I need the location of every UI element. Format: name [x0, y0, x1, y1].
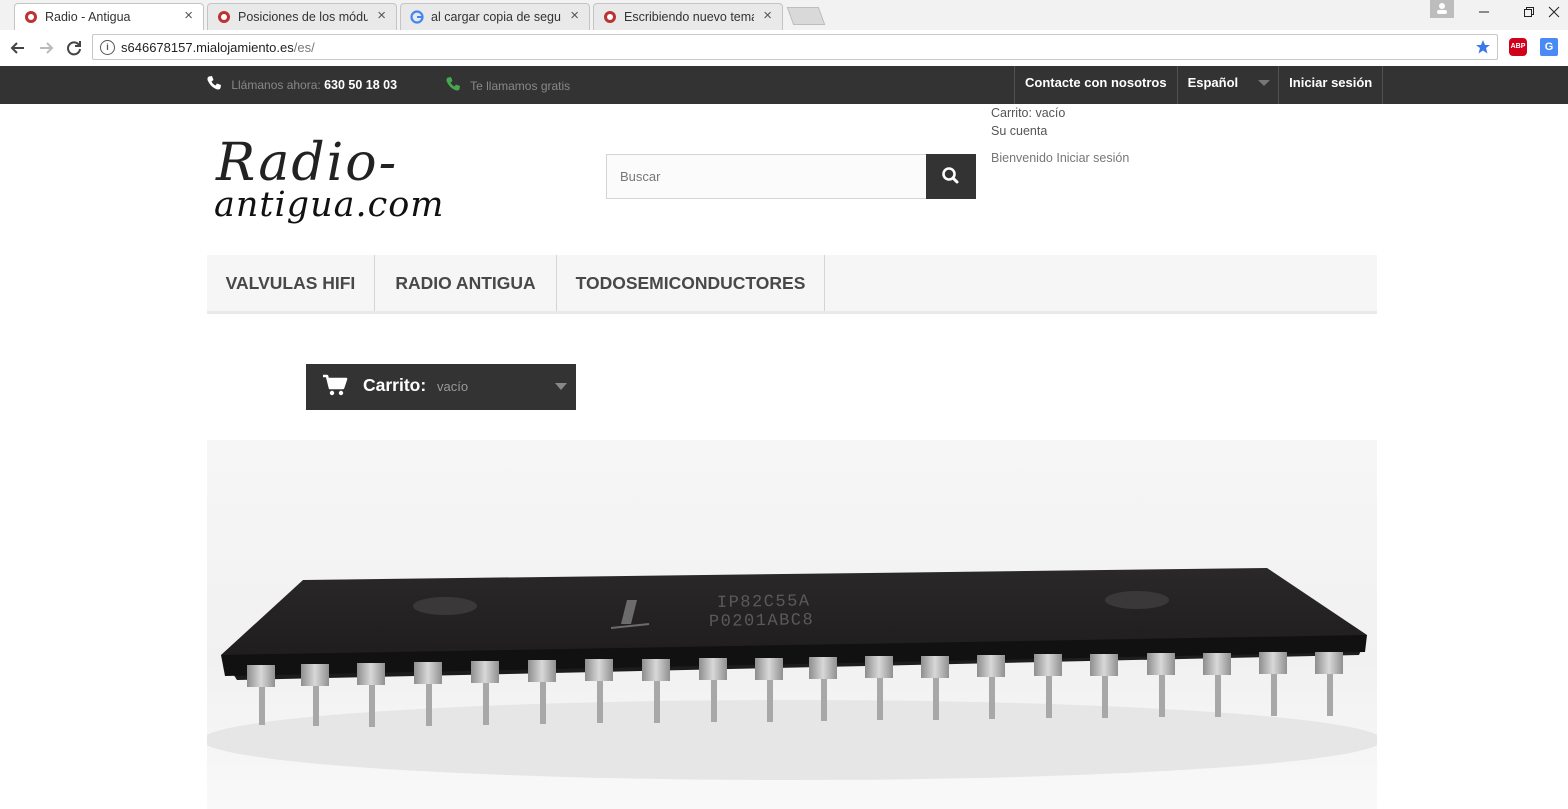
phone-icon — [207, 76, 221, 90]
call-label: Llámanos ahora: — [231, 78, 321, 92]
cart-label: Carrito: — [363, 375, 427, 395]
search-input[interactable] — [606, 154, 927, 199]
browser-tabbar: Radio - Antigua × Posiciones de los módu… — [0, 0, 1568, 30]
contact-link[interactable]: Contacte con nosotros — [1014, 66, 1177, 104]
chip-marking-line2: P0201ABC8 — [709, 611, 815, 632]
reload-icon[interactable] — [63, 37, 85, 59]
shopping-cart-icon — [323, 374, 348, 396]
main-menu: VALVULAS HIFI RADIO ANTIGUA TODOSEMICOND… — [207, 255, 1377, 314]
browser-toolbar: i s646678157.mialojamiento.es/es/ ABP G — [0, 30, 1568, 67]
logo-line2: antigua.com — [214, 185, 444, 225]
ic-chip-image: IP82C55A P0201ABC8 — [207, 568, 1377, 780]
adblock-icon[interactable]: ABP — [1509, 38, 1527, 56]
browser-tab-radio-antigua[interactable]: Radio - Antigua × — [14, 3, 204, 30]
free-call-link[interactable]: Te llamamos gratis — [445, 66, 570, 104]
account-link[interactable]: Su cuenta — [991, 122, 1129, 140]
tab-close-icon[interactable]: × — [570, 8, 579, 24]
radio-favicon-icon — [604, 11, 616, 23]
search-button[interactable] — [926, 154, 976, 199]
profile-icon[interactable] — [1430, 0, 1454, 18]
welcome-label: Bienvenido — [991, 151, 1053, 165]
language-selector[interactable]: Español — [1176, 66, 1279, 104]
minimize-icon[interactable] — [1478, 6, 1490, 18]
radio-favicon-icon — [218, 11, 230, 23]
phone-green-icon — [446, 77, 460, 91]
cart-dropdown[interactable]: Carrito: vacío — [306, 364, 576, 410]
menu-item-todosemiconductores[interactable]: TODOSEMICONDUCTORES — [557, 255, 825, 311]
url-host: s646678157.mialojamiento.es — [121, 40, 294, 55]
header-cart-text[interactable]: Carrito: vacío — [991, 104, 1129, 122]
phone-number[interactable]: 630 50 18 03 — [324, 78, 397, 92]
call-now: Llámanos ahora: 630 50 18 03 — [206, 66, 397, 104]
chevron-down-icon — [555, 383, 567, 390]
free-call-label: Te llamamos gratis — [470, 79, 571, 93]
tab-close-icon[interactable]: × — [377, 8, 386, 24]
google-favicon-icon — [410, 10, 424, 24]
translate-icon[interactable]: G — [1540, 38, 1558, 56]
radio-favicon-icon — [25, 11, 37, 23]
search-form — [606, 154, 976, 199]
address-url[interactable]: s646678157.mialojamiento.es/es/ — [121, 40, 315, 55]
menu-item-radio-antigua[interactable]: RADIO ANTIGUA — [375, 255, 557, 311]
menu-item-valvulas-hifi[interactable]: VALVULAS HIFI — [207, 255, 375, 311]
top-nav-right: Contacte con nosotros Español Iniciar se… — [1014, 66, 1384, 104]
close-window-icon[interactable] — [1548, 6, 1560, 18]
tab-close-icon[interactable]: × — [763, 8, 772, 24]
browser-tab-google-search[interactable]: al cargar copia de seguridad × — [400, 3, 590, 30]
tab-title: Radio - Antigua — [45, 10, 131, 24]
site-top-nav: Llámanos ahora: 630 50 18 03 Te llamamos… — [0, 66, 1568, 104]
welcome-login-link[interactable]: Iniciar sesión — [1056, 151, 1129, 165]
language-label: Español — [1187, 75, 1239, 90]
chevron-down-icon — [1258, 80, 1271, 86]
tab-close-icon[interactable]: × — [184, 8, 193, 24]
address-bar[interactable]: i s646678157.mialojamiento.es/es/ — [92, 34, 1498, 60]
tab-title: Posiciones de los módulos — [238, 10, 368, 24]
header-user-info: Carrito: vacío Su cuenta Bienvenido Inic… — [991, 104, 1129, 167]
login-link[interactable]: Iniciar sesión — [1278, 66, 1384, 104]
restore-icon[interactable] — [1523, 6, 1535, 18]
tab-title: al cargar copia de seguridad — [431, 10, 561, 24]
cart-value: vacío — [437, 379, 469, 394]
welcome-line: Bienvenido Iniciar sesión — [991, 149, 1129, 167]
url-path: /es/ — [293, 40, 315, 55]
back-icon[interactable] — [7, 37, 29, 59]
tab-title: Escribiendo nuevo tema — [624, 10, 754, 24]
logo-line1: Radio- — [215, 133, 398, 193]
forward-icon[interactable] — [35, 37, 57, 59]
browser-tab-posiciones[interactable]: Posiciones de los módulos × — [207, 3, 397, 30]
browser-tab-nuevo-tema[interactable]: Escribiendo nuevo tema × — [593, 3, 783, 30]
site-logo[interactable]: Radio- antigua.com — [212, 120, 472, 240]
chip-marking-line1: IP82C55A — [717, 592, 811, 613]
search-icon — [942, 167, 959, 184]
homepage-slider[interactable]: IP82C55A P0201ABC8 — [207, 440, 1377, 809]
bookmark-star-icon[interactable] — [1475, 39, 1491, 55]
new-tab-button[interactable] — [786, 7, 826, 25]
site-info-icon[interactable]: i — [100, 40, 115, 55]
